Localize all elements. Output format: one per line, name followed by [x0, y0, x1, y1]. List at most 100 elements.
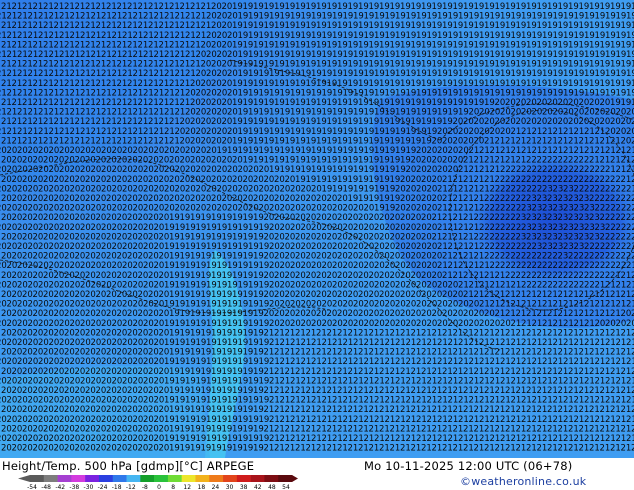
field-value: 22: [500, 184, 511, 194]
field-value: 21: [463, 213, 474, 223]
field-value: 21: [547, 136, 558, 146]
field-value: 20: [442, 290, 453, 300]
field-value: 20: [185, 204, 196, 214]
field-value: 20: [49, 415, 60, 425]
field-value: 19: [238, 415, 249, 425]
field-value: 19: [337, 2, 348, 12]
field-value: 21: [175, 69, 186, 79]
field-value: 19: [463, 2, 474, 12]
field-value: 21: [411, 444, 422, 454]
field-value: 20: [22, 252, 33, 262]
field-value: 19: [532, 12, 543, 22]
field-value: 20: [133, 376, 144, 386]
field-value: 19: [238, 376, 249, 386]
field-value: 20: [332, 280, 343, 290]
field-value: 21: [416, 396, 427, 406]
field-value: 19: [306, 21, 317, 31]
field-value: 21: [343, 415, 354, 425]
field-value: 20: [138, 424, 149, 434]
field-value: 19: [516, 40, 527, 50]
field-value: 20: [1, 367, 12, 377]
field-value: 20: [385, 261, 396, 271]
field-value: 21: [505, 405, 516, 415]
field-value: 19: [358, 2, 369, 12]
field-value: 20: [49, 338, 60, 348]
field-value: 20: [91, 396, 102, 406]
field-value: 19: [227, 415, 238, 425]
field-value: 20: [127, 213, 138, 223]
field-value: 20: [416, 242, 427, 252]
field-value: 19: [253, 40, 264, 50]
field-value: 19: [600, 21, 611, 31]
field-value: 21: [437, 242, 448, 252]
field-value: 21: [516, 424, 527, 434]
field-value: 20: [227, 88, 238, 98]
field-value: 20: [22, 444, 33, 454]
field-value: 21: [101, 88, 112, 98]
field-value: 20: [374, 223, 385, 233]
field-value: 20: [101, 146, 112, 156]
field-value: 21: [143, 31, 154, 41]
legend-tick-label: -18: [112, 484, 122, 490]
field-value: 20: [264, 232, 275, 242]
field-value: 19: [259, 50, 270, 60]
field-value: 22: [542, 261, 553, 271]
field-value: 21: [495, 290, 506, 300]
field-value: 20: [280, 204, 291, 214]
field-value: 20: [59, 415, 70, 425]
field-value: 19: [432, 117, 443, 127]
field-value: 19: [610, 98, 621, 108]
field-value: 20: [264, 252, 275, 262]
field-value: 20: [70, 223, 81, 233]
field-value: 20: [22, 156, 33, 166]
field-value: 20: [138, 309, 149, 319]
field-value: 20: [190, 117, 201, 127]
field-value: 20: [28, 242, 39, 252]
field-value: 20: [133, 415, 144, 425]
field-value: 19: [222, 386, 233, 396]
field-value: 20: [127, 386, 138, 396]
field-value: 21: [610, 136, 621, 146]
field-value: 19: [232, 213, 243, 223]
field-value: 19: [327, 2, 338, 12]
field-value: 20: [33, 232, 44, 242]
field-value: 20: [7, 165, 18, 175]
field-value: 19: [595, 31, 606, 41]
field-value: 20: [1, 290, 12, 300]
field-value: 20: [395, 184, 406, 194]
field-value: 19: [379, 194, 390, 204]
field-value: 20: [348, 213, 359, 223]
field-value: 22: [558, 156, 569, 166]
field-value: 21: [553, 434, 564, 444]
field-value: 21: [532, 434, 543, 444]
field-value: 20: [101, 242, 112, 252]
field-value: 19: [264, 79, 275, 89]
field-value: 19: [505, 21, 516, 31]
field-value: 20: [28, 396, 39, 406]
field-value: 19: [180, 328, 191, 338]
field-value: 21: [169, 117, 180, 127]
field-value: 22: [532, 280, 543, 290]
field-value: 20: [117, 424, 128, 434]
field-value: 19: [206, 357, 217, 367]
field-value: 20: [222, 156, 233, 166]
field-value: 21: [327, 386, 338, 396]
field-value: 19: [311, 50, 322, 60]
field-value: 20: [80, 300, 91, 310]
field-value: 19: [316, 21, 327, 31]
legend-color-cell: [223, 475, 238, 482]
field-value: 20: [96, 213, 107, 223]
field-value: 23: [553, 204, 564, 214]
field-value: 20: [17, 338, 28, 348]
field-value: 20: [17, 204, 28, 214]
field-value: 21: [505, 348, 516, 358]
field-value: 20: [133, 165, 144, 175]
field-value: 19: [253, 117, 264, 127]
field-value: 20: [290, 319, 301, 329]
legend-tick-label: -48: [41, 484, 51, 490]
field-value: 21: [626, 396, 634, 406]
field-value: 19: [301, 69, 312, 79]
field-value: 19: [264, 40, 275, 50]
field-value: 21: [610, 405, 621, 415]
field-value: 22: [484, 194, 495, 204]
